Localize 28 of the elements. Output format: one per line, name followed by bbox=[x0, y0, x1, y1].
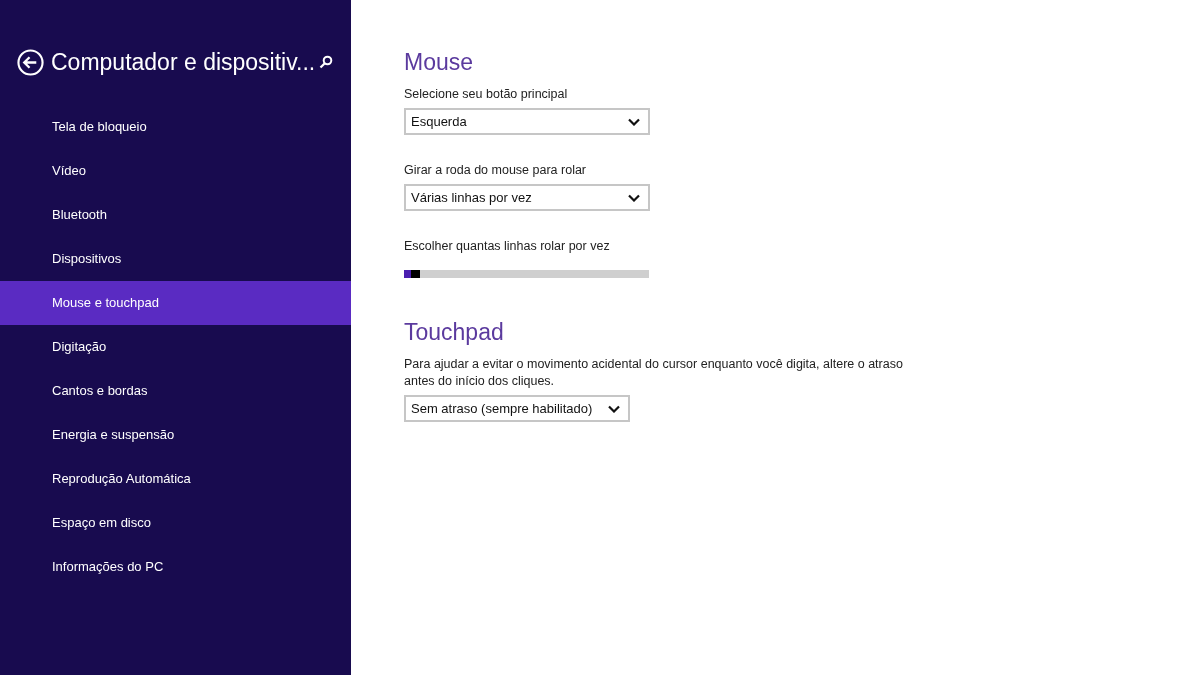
dropdown[interactable]: Várias linhas por vez bbox=[404, 184, 650, 211]
section-heading: Touchpad bbox=[404, 318, 505, 346]
setting-label: Selecione seu botão principal bbox=[404, 86, 569, 103]
dropdown[interactable]: Esquerda bbox=[404, 108, 650, 135]
dropdown[interactable]: Sem atraso (sempre habilitado) bbox=[404, 395, 631, 422]
search-icon[interactable] bbox=[319, 55, 333, 69]
chevron-down-icon bbox=[628, 193, 640, 202]
sidebar-item[interactable]: Vídeo bbox=[0, 149, 351, 193]
sidebar-item[interactable]: Bluetooth bbox=[0, 193, 351, 237]
setting-label: Girar a roda do mouse para rolar bbox=[404, 162, 588, 179]
back-icon[interactable] bbox=[17, 48, 44, 76]
section-heading: Mouse bbox=[404, 48, 475, 76]
sidebar-item[interactable]: Informações do PC bbox=[0, 545, 351, 589]
sidebar-item[interactable]: Dispositivos bbox=[0, 237, 351, 281]
sidebar-item[interactable]: Energia e suspensão bbox=[0, 413, 351, 457]
slider-thumb[interactable] bbox=[411, 270, 421, 278]
setting-label: Escolher quantas linhas rolar por vez bbox=[404, 238, 611, 255]
sidebar-item[interactable]: Reprodução Automática bbox=[0, 457, 351, 501]
sidebar-item[interactable]: Cantos e bordas bbox=[0, 369, 351, 413]
slider[interactable] bbox=[404, 270, 649, 278]
sidebar-item[interactable]: Mouse e touchpad bbox=[0, 281, 351, 325]
sidebar-item[interactable]: Tela de bloqueio bbox=[0, 105, 351, 149]
sidebar-item[interactable]: Digitação bbox=[0, 325, 351, 369]
chevron-down-icon bbox=[628, 117, 640, 126]
sidebar-item[interactable]: Espaço em disco bbox=[0, 501, 351, 545]
page-title: Computador e dispositiv... bbox=[51, 47, 316, 77]
chevron-down-icon bbox=[608, 404, 621, 413]
setting-label: Para ajudar a evitar o movimento acidental do cursor enquanto você digita, altere o atraso antes do início dos cliques. bbox=[404, 356, 904, 390]
